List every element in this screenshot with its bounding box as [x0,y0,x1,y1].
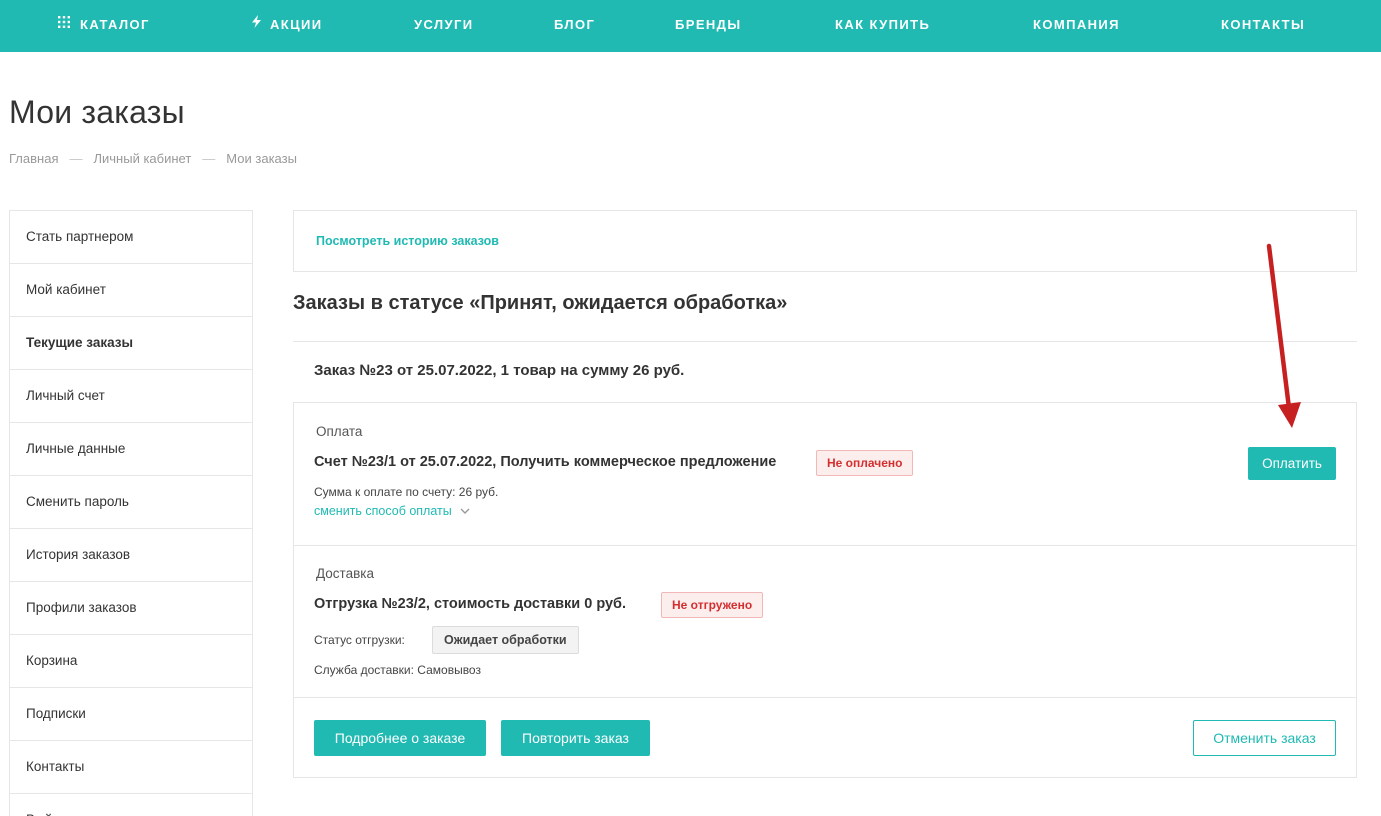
breadcrumb-separator: — [69,151,83,166]
breadcrumb-current: Мои заказы [226,151,297,166]
divider [293,341,1357,342]
breadcrumb-account[interactable]: Личный кабинет [93,151,191,166]
account-sidebar: Стать партнером Мой кабинет Текущие зака… [9,210,253,816]
grid-icon [58,0,70,49]
breadcrumb: Главная — Личный кабинет — Мои заказы [9,151,297,166]
sidebar-item-personal-balance[interactable]: Личный счет [10,370,252,423]
shipment-status-value: Ожидает обработки [432,626,579,654]
order-card: Оплата Счет №23/1 от 25.07.2022, Получит… [293,402,1357,778]
delivery-service: Служба доставки: Самовывоз [314,663,481,677]
nav-item-how-to-buy[interactable]: КАК КУПИТЬ [835,0,930,52]
sidebar-item-change-password[interactable]: Сменить пароль [10,476,252,529]
nav-item-blog-label: БЛОГ [554,17,596,32]
view-order-history-link[interactable]: Посмотреть историю заказов [316,234,499,248]
sidebar-item-order-profiles[interactable]: Профили заказов [10,582,252,635]
shipment-status-badge: Не отгружено [661,592,764,618]
order-details-button[interactable]: Подробнее о заказе [314,720,486,756]
nav-item-catalog-label: КАТАЛОГ [80,17,150,32]
order-history-box: Посмотреть историю заказов [293,210,1357,272]
divider [294,545,1356,546]
payment-sum: Сумма к оплате по счету: 26 руб. [314,485,498,499]
nav-item-promotions[interactable]: АКЦИИ [252,0,323,52]
nav-item-brands-label: БРЕНДЫ [675,17,742,32]
sidebar-item-subscriptions[interactable]: Подписки [10,688,252,741]
orders-status-heading: Заказы в статусе «Принят, ожидается обра… [293,292,788,314]
sidebar-item-logout[interactable]: Выйти [10,794,252,816]
nav-item-services-label: УСЛУГИ [414,17,474,32]
top-navigation: КАТАЛОГ АКЦИИ УСЛУГИ БЛОГ БРЕНДЫ КАК КУП… [0,0,1381,52]
sidebar-item-current-orders[interactable]: Текущие заказы [10,317,252,370]
pay-button[interactable]: Оплатить [1248,447,1336,480]
shipment-title: Отгрузка №23/2, стоимость доставки 0 руб… [314,596,627,612]
change-payment-method-link[interactable]: сменить способ оплаты [314,504,470,519]
delivery-service-value: Самовывоз [417,663,481,677]
nav-item-contacts-label: КОНТАКТЫ [1221,17,1306,32]
change-payment-method-label: сменить способ оплаты [314,504,452,518]
sidebar-item-contacts[interactable]: Контакты [10,741,252,794]
nav-item-brands[interactable]: БРЕНДЫ [675,0,741,52]
breadcrumb-home[interactable]: Главная [9,151,58,166]
lightning-icon [252,0,261,49]
payment-sum-value: 26 руб. [458,485,499,499]
nav-item-company[interactable]: КОМПАНИЯ [1033,0,1120,52]
chevron-down-icon [460,504,470,518]
delivery-service-label: Служба доставки: [314,663,414,677]
delivery-section-label: Доставка [316,566,374,581]
payment-status-badge: Не оплачено [816,450,914,476]
sidebar-item-my-account[interactable]: Мой кабинет [10,264,252,317]
sidebar-item-order-history[interactable]: История заказов [10,529,252,582]
shipment-status-label: Статус отгрузки: [314,633,405,647]
order-title: Заказ №23 от 25.07.2022, 1 товар на сумм… [314,362,685,379]
repeat-order-button[interactable]: Повторить заказ [501,720,650,756]
nav-item-contacts[interactable]: КОНТАКТЫ [1221,0,1305,52]
nav-item-services[interactable]: УСЛУГИ [414,0,473,52]
page-title: Мои заказы [9,94,185,130]
sidebar-item-personal-data[interactable]: Личные данные [10,423,252,476]
divider [294,697,1356,698]
invoice-title: Счет №23/1 от 25.07.2022, Получить комме… [314,454,777,470]
nav-item-company-label: КОМПАНИЯ [1033,17,1120,32]
payment-section-label: Оплата [316,424,363,439]
nav-item-how-to-buy-label: КАК КУПИТЬ [835,17,931,32]
nav-item-catalog[interactable]: КАТАЛОГ [58,0,150,52]
cancel-order-button[interactable]: Отменить заказ [1193,720,1336,756]
nav-item-promotions-label: АКЦИИ [270,17,323,32]
sidebar-item-become-partner[interactable]: Стать партнером [10,211,252,264]
payment-sum-label: Сумма к оплате по счету: [314,485,456,499]
nav-item-blog[interactable]: БЛОГ [554,0,595,52]
breadcrumb-separator: — [202,151,216,166]
sidebar-item-cart[interactable]: Корзина [10,635,252,688]
